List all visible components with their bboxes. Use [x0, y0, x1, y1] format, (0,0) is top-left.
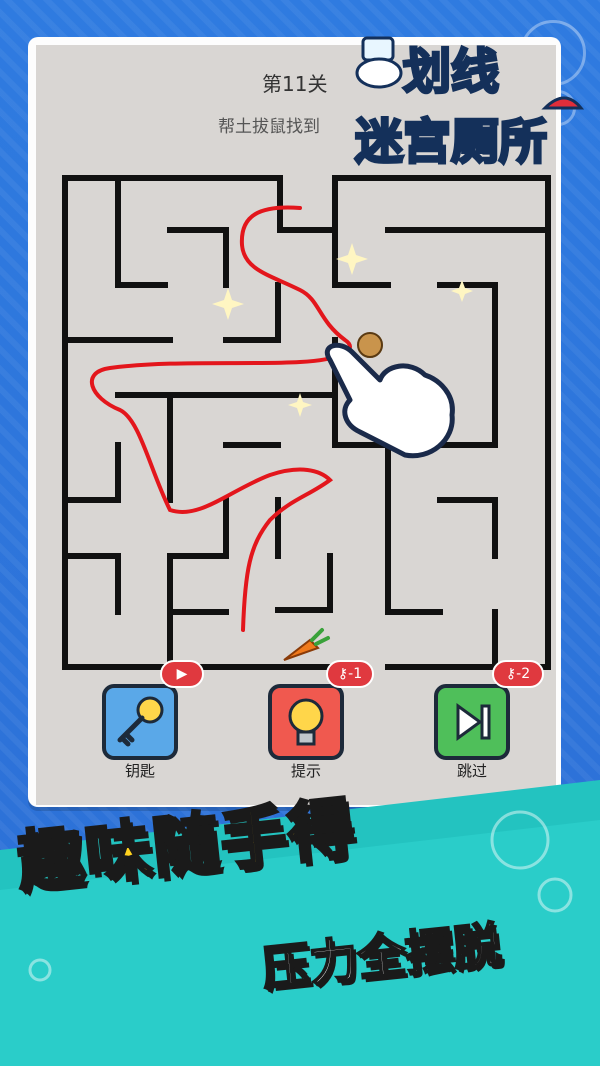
key-icon: ⚷ — [505, 666, 517, 682]
key-icon: ⚷ — [337, 666, 349, 682]
key-button-label: 钥匙 — [124, 762, 155, 780]
video-badge: ▶ — [160, 660, 204, 688]
game-logo: 划线 迷宫厕所 — [354, 36, 585, 172]
video-icon: ▶ — [176, 666, 188, 682]
skip-cost-badge: ⚷ -2 — [492, 660, 544, 688]
skip-icon — [456, 703, 491, 741]
skip-button-label: 跳过 — [456, 762, 487, 780]
lightbulb-icon — [288, 698, 324, 746]
hint-button[interactable] — [268, 684, 344, 760]
maze-walls — [62, 175, 551, 670]
skip-button[interactable] — [434, 684, 510, 760]
key-button[interactable] — [102, 684, 178, 760]
logo-line1: 划线 — [403, 44, 499, 100]
hint-cost-badge: ⚷ -1 — [326, 660, 374, 688]
toilet-icon — [355, 36, 403, 89]
carrot-icon — [283, 628, 330, 661]
plunger-icon — [541, 96, 585, 110]
skip-cost: -2 — [516, 666, 531, 682]
drawn-path — [89, 205, 352, 632]
logo-line2: 迷宫厕所 — [355, 114, 547, 170]
hint-cost: -1 — [348, 666, 363, 682]
hand-pointer-icon — [325, 342, 455, 459]
mole-icon — [357, 332, 383, 358]
key-icon — [117, 696, 164, 747]
